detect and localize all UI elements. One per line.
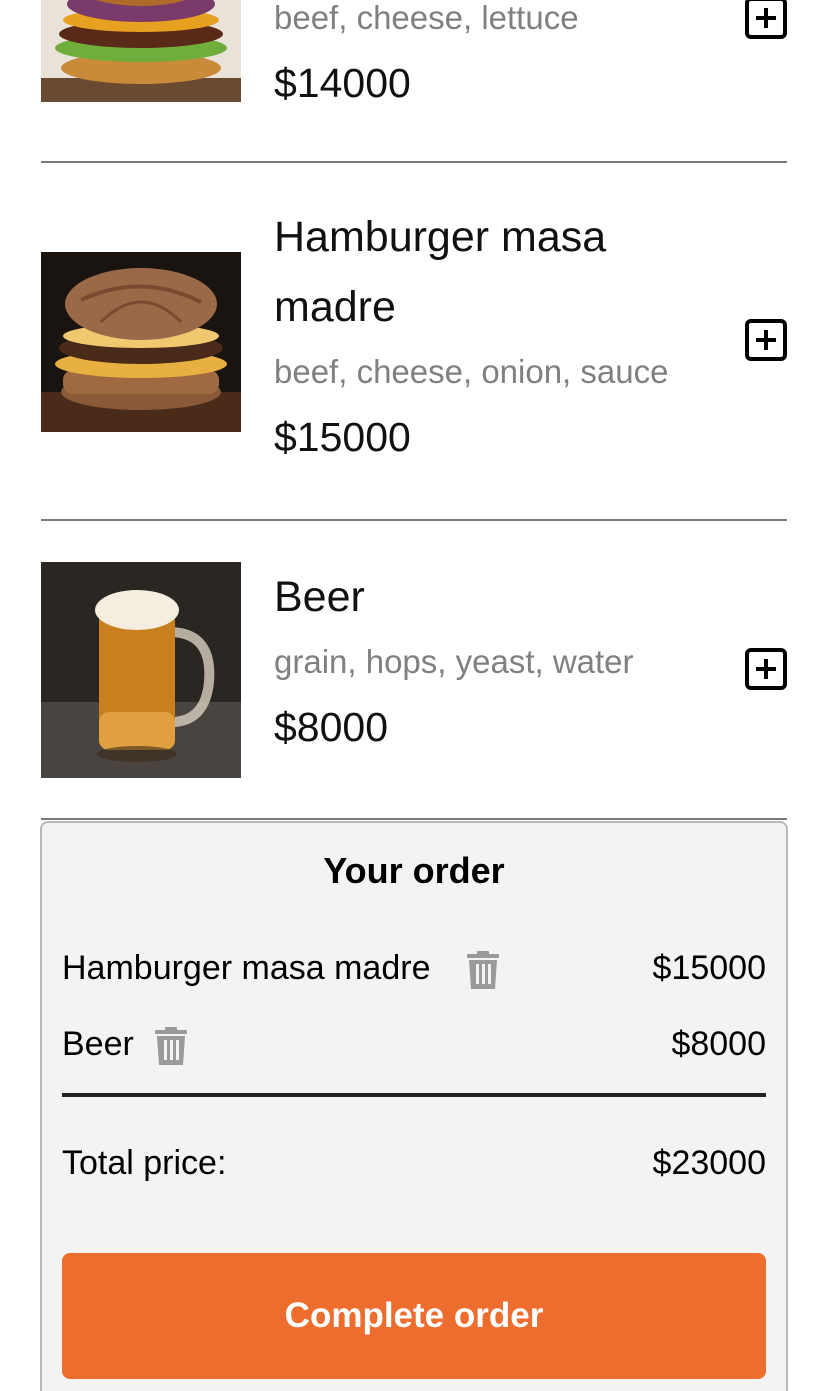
- menu-item-name: Hamburger masa madre: [274, 213, 607, 331]
- menu-item-ingredients: grain, hops, yeast, water: [274, 643, 634, 680]
- menu-item-details: Beer grain, hops, yeast, water $8000: [274, 562, 714, 762]
- menu-item-price: $15000: [274, 414, 411, 460]
- menu-item-hamburger-masa-madre: Hamburger masa madre beef, cheese, onion…: [41, 202, 787, 502]
- order-line-item: Hamburger masa madre $15000: [62, 942, 766, 994]
- burger-masa-madre-photo: [41, 252, 241, 432]
- beer-mug-photo: [41, 562, 241, 778]
- menu-item-price: $8000: [274, 704, 389, 750]
- menu-item-burger-lettuce: beef, cheese, lettuce $14000: [41, 0, 787, 150]
- order-summary-panel: Your order Hamburger masa madre $15000 B…: [40, 821, 788, 1391]
- order-title: Your order: [323, 850, 505, 891]
- order-line-price: $8000: [671, 1025, 766, 1063]
- complete-order-button[interactable]: Complete order: [62, 1253, 766, 1379]
- total-price-value: $23000: [652, 1144, 766, 1182]
- add-to-order-button[interactable]: [745, 648, 787, 690]
- order-line-name: Hamburger masa madre: [62, 949, 431, 987]
- total-price-label: Total price:: [62, 1144, 227, 1182]
- order-line-item: Beer $8000: [62, 1018, 766, 1070]
- add-to-order-button[interactable]: [745, 0, 787, 39]
- menu-item-beer: Beer grain, hops, yeast, water $8000: [41, 562, 787, 802]
- trash-icon[interactable]: [154, 1027, 188, 1065]
- order-total-divider: [62, 1093, 766, 1097]
- burger-lettuce-photo: [41, 0, 241, 102]
- item-divider: [41, 818, 787, 820]
- add-to-order-button[interactable]: [745, 319, 787, 361]
- menu-item-name: Beer: [274, 573, 365, 621]
- item-divider: [41, 519, 787, 521]
- menu-item-details: beef, cheese, lettuce $14000: [274, 0, 714, 118]
- menu-item-ingredients: beef, cheese, onion, sauce: [274, 353, 669, 390]
- menu-item-price: $14000: [274, 60, 411, 106]
- menu-item-details: Hamburger masa madre beef, cheese, onion…: [274, 202, 714, 472]
- trash-icon[interactable]: [466, 951, 500, 989]
- order-line-name: Beer: [62, 1025, 134, 1063]
- order-line-price: $15000: [652, 949, 766, 987]
- item-divider: [41, 161, 787, 163]
- menu-page: beef, cheese, lettuce $14000 Hamburger m…: [0, 0, 828, 1391]
- menu-item-ingredients: beef, cheese, lettuce: [274, 0, 579, 36]
